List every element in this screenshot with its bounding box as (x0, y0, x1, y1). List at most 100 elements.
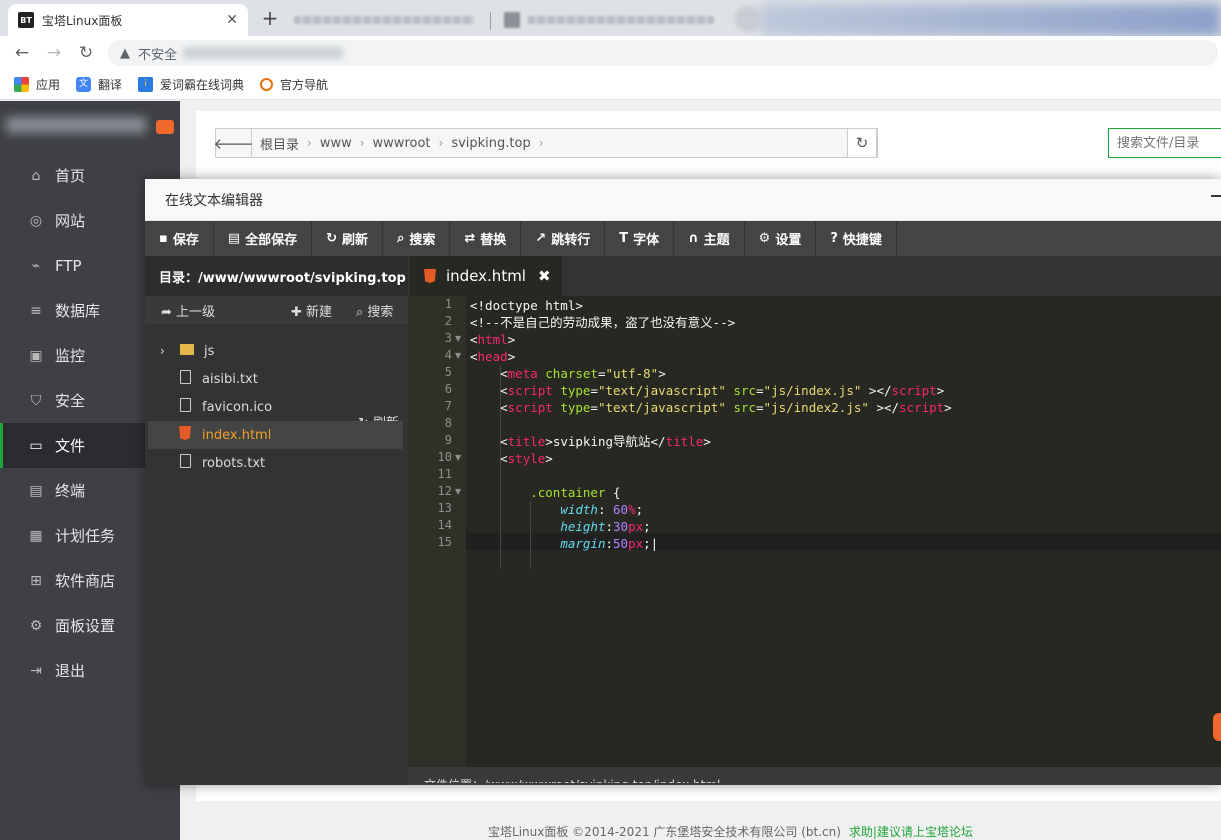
html5-icon (176, 426, 194, 444)
notification-badge[interactable] (156, 120, 174, 134)
minimize-icon[interactable] (1211, 195, 1221, 197)
crumb-wwwroot[interactable]: wwwroot (365, 136, 439, 151)
apps-grid-icon (14, 77, 29, 92)
url-blurred (183, 47, 344, 59)
code-editor[interactable]: <!doctype html> <!--不是自己的劳动成果，盗了也没有意义-->… (466, 296, 1221, 767)
back-arrow-icon[interactable]: ← (6, 43, 38, 63)
tree-file-favicon[interactable]: favicon.ico (148, 393, 403, 421)
new-file-button[interactable]: ✚ 新建 (291, 301, 332, 320)
close-icon[interactable]: ✖ (538, 267, 551, 285)
jump-line-button[interactable]: ↗ 跳转行 (521, 221, 606, 256)
chevron-right-icon[interactable]: › (160, 344, 172, 358)
code-line: <head> (470, 349, 516, 364)
tree-file-index[interactable]: index.html (148, 421, 403, 449)
font-button[interactable]: T 字体 (605, 221, 675, 256)
floating-widget[interactable] (1213, 713, 1221, 741)
parent-dir-button[interactable]: ➦ 上一级 (161, 301, 215, 320)
line-number: 3 (444, 331, 452, 345)
help-icon: ? (830, 231, 838, 246)
fold-arrow-icon[interactable]: ▼ (455, 351, 461, 360)
translate-icon: 文 (76, 77, 92, 92)
search-button[interactable]: ⌕ 搜索 (383, 221, 451, 256)
browser-tab-3[interactable] (494, 4, 724, 36)
html5-icon (424, 269, 436, 283)
tab-title-blurred (528, 16, 714, 24)
replace-icon: ⇄ (464, 231, 476, 246)
blurred-tab-icon (735, 6, 761, 32)
editor-tab-index[interactable]: index.html ✖ (410, 256, 562, 296)
file-panel: 目录：/www/wwwroot/svipking.top ➦ 上一级 ✚ 新建 … (145, 256, 408, 785)
panel-footer: 宝塔Linux面板 ©2014-2021 广东堡塔安全技术有限公司 (bt.cn… (488, 825, 973, 839)
tab-favicon-icon (504, 12, 520, 28)
tab-separator (490, 12, 491, 30)
save-button[interactable]: ▪ 保存 (145, 221, 214, 256)
refresh-button[interactable]: ↻ 刷新 (312, 221, 384, 256)
forum-link[interactable]: 求助|建议请上宝塔论坛 (849, 825, 973, 839)
jump-icon: ↗ (535, 231, 547, 246)
chevron-right-icon: › (538, 136, 544, 150)
fold-arrow-icon[interactable]: ▼ (455, 453, 461, 462)
file-icon (176, 370, 194, 388)
code-line: <html> (470, 332, 516, 347)
ftp-icon: ⌁ (31, 257, 41, 274)
theme-button[interactable]: ∩ 主题 (674, 221, 745, 256)
modal-header: 在线文本编辑器 (145, 179, 1221, 221)
search-icon (260, 78, 274, 91)
address-bar[interactable]: ▲ 不安全 (108, 40, 1218, 66)
code-line: .container { (530, 485, 621, 500)
editor-statusbar: 文件位置：/www/wwwroot/svipking.top/index.htm… (408, 767, 1221, 785)
monitor-icon: ▣ (29, 347, 43, 364)
directory-title: 目录：/www/wwwroot/svipking.top (145, 256, 408, 296)
browser-tabbar: BT 宝塔Linux面板 ✕ + (0, 0, 1221, 36)
reload-icon[interactable]: ↻ (70, 43, 102, 63)
line-number: 15 (437, 535, 452, 549)
forward-arrow-icon[interactable]: → (38, 43, 70, 63)
line-gutter: 1 2 3 ▼ 4 ▼ 5 6 7 8 9 10 ▼ 11 12 ▼ 13 14… (408, 296, 466, 767)
bookmark-nav[interactable]: 官方导航 (260, 76, 328, 93)
bookmark-dict[interactable]: i 爱词霸在线词典 (138, 76, 244, 93)
shortcuts-button[interactable]: ? 快捷键 (816, 221, 897, 256)
shield-icon: ⛉ (30, 392, 42, 409)
theme-icon: ∩ (688, 231, 699, 246)
bookmark-translate[interactable]: 文翻译 (76, 76, 122, 93)
refresh-button[interactable]: ↻ (847, 128, 877, 158)
code-line: <script type="text/javascript" src="js/i… (470, 400, 952, 415)
line-number: 10 (437, 450, 452, 464)
bt-favicon-icon: BT (18, 12, 34, 28)
tree-file-robots[interactable]: robots.txt (148, 449, 403, 477)
modal-title: 在线文本编辑器 (165, 192, 263, 209)
settings-button[interactable]: ⚙ 设置 (745, 221, 817, 256)
browser-tab-2[interactable] (284, 4, 484, 36)
crumb-root[interactable]: 根目录 (252, 134, 307, 153)
tree-folder-js[interactable]: › js (148, 337, 403, 365)
file-icon (176, 398, 194, 416)
file-search-input[interactable] (1108, 128, 1221, 158)
close-icon[interactable]: ✕ (226, 12, 238, 28)
dir-search-button[interactable]: ⌕ 搜索 (356, 301, 393, 320)
crumb-site[interactable]: svipking.top (443, 136, 538, 151)
warning-icon[interactable]: ▲ (120, 46, 130, 61)
logo-blurred (6, 117, 146, 133)
browser-tab-active[interactable]: BT 宝塔Linux面板 ✕ (8, 4, 248, 36)
back-arrow-icon[interactable]: 🡐 (213, 129, 254, 157)
replace-button[interactable]: ⇄ 替换 (450, 221, 522, 256)
new-tab-icon[interactable]: + (258, 8, 282, 28)
fold-arrow-icon[interactable]: ▼ (455, 334, 461, 343)
fold-arrow-icon[interactable]: ▼ (455, 487, 461, 496)
line-number: 12 (437, 484, 452, 498)
folder-icon (178, 343, 196, 359)
line-number: 13 (437, 501, 452, 515)
calendar-icon: ▦ (29, 527, 43, 544)
crumb-www[interactable]: www (312, 136, 360, 151)
line-number: 7 (444, 399, 452, 413)
tab-title: 宝塔Linux面板 (42, 13, 123, 28)
save-all-button[interactable]: ▤ 全部保存 (214, 221, 313, 256)
refresh-icon: ↻ (326, 231, 338, 246)
code-line: width: 60%; (560, 502, 644, 517)
font-icon: T (619, 231, 629, 246)
panel-logo (0, 101, 180, 155)
bookmark-apps[interactable]: 应用 (14, 76, 60, 93)
dictionary-icon: i (138, 77, 154, 92)
code-line: <title>svipking导航站</title> (470, 434, 711, 449)
tree-file-aisibi[interactable]: aisibi.txt (148, 365, 403, 393)
